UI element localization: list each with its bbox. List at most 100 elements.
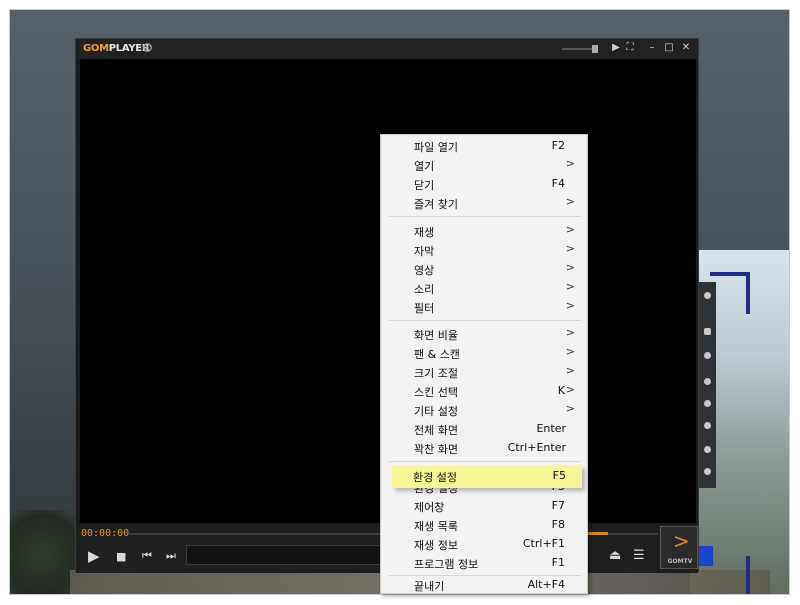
menu-item-label: 프로그램 정보	[414, 558, 479, 571]
chevron-right-icon: >	[565, 364, 575, 377]
menu-item-label: 열기	[414, 160, 435, 173]
chevron-right-icon: >	[565, 383, 575, 396]
chevron-right-icon: >	[565, 326, 575, 339]
menu-item-label: 기타 설정	[414, 405, 458, 418]
menu-item-program-info[interactable]: 프로그램 정보 F1	[381, 553, 587, 572]
menu-item-label: 크기 조절	[414, 367, 458, 380]
menu-item-shortcut: F7	[551, 499, 565, 512]
fullscreen-icon[interactable]: ⛶	[624, 42, 636, 54]
chevron-right-icon: >	[673, 529, 690, 553]
menu-item-label: 화면 비율	[414, 329, 458, 342]
menu-item-label: 꽉찬 화면	[414, 443, 458, 456]
menu-item-label: 자막	[414, 245, 435, 258]
menu-item-label: 재생	[414, 226, 435, 239]
chevron-right-icon: >	[565, 261, 575, 274]
side-panel-blue-button[interactable]	[699, 546, 713, 566]
menu-item-shortcut: Ctrl+F1	[522, 537, 565, 550]
menu-item-other-settings[interactable]: 기타 설정 >	[381, 400, 587, 419]
side-panel-dot[interactable]	[704, 468, 711, 475]
menu-item-preferences-highlight[interactable]: 환경 설정 F5	[380, 466, 588, 488]
timecode: 00:00:00	[81, 528, 130, 539]
menu-item-label: 소리	[414, 283, 435, 296]
stop-icon[interactable]: ■	[116, 549, 126, 565]
gomtv-label: GOMTV	[667, 558, 693, 565]
menu-item-shortcut: F5	[552, 469, 566, 482]
menu-item-shortcut: Ctrl+Enter	[507, 441, 566, 454]
chevron-right-icon: >	[565, 280, 575, 293]
next-icon[interactable]: ⏭	[166, 548, 176, 564]
info-display	[186, 545, 386, 565]
menu-item-label: 닫기	[414, 179, 435, 192]
menu-item-label: 필터	[414, 302, 435, 315]
playlist-icon[interactable]: ☰	[633, 548, 645, 564]
title-bar: GOMPLAYER ▶ ⛶ – □ ✕	[76, 39, 698, 59]
menu-item-label: 전체 화면	[414, 424, 458, 437]
focus-bracket-top	[710, 272, 750, 314]
gomtv-button[interactable]: > GOMTV	[660, 526, 698, 569]
menu-item-label: 재생 정보	[414, 539, 458, 552]
menu-item-open-file[interactable]: 파일 열기 F2	[381, 136, 587, 155]
menu-item-shortcut: Alt+F4	[527, 578, 565, 591]
app-logo[interactable]: GOMPLAYER	[83, 43, 150, 54]
chevron-right-icon: >	[565, 223, 575, 236]
menu-item-skin-select[interactable]: 스킨 선택 K >	[381, 381, 587, 400]
menu-item-label: 재생 목록	[414, 520, 458, 533]
menu-item-label: 즐겨 찾기	[414, 198, 458, 211]
focus-bracket-bottom	[710, 556, 750, 594]
menu-item-playlist[interactable]: 재생 목록 F8	[381, 515, 587, 534]
menu-item-open[interactable]: 열기 >	[381, 155, 587, 174]
menu-item-filter[interactable]: 필터 >	[381, 297, 587, 316]
side-panel-dot[interactable]	[704, 378, 711, 385]
menu-item-label: 제어창	[414, 501, 445, 514]
menu-item-video[interactable]: 영상 >	[381, 259, 587, 278]
chevron-right-icon: >	[565, 195, 575, 208]
side-panel-dot[interactable]	[704, 292, 711, 299]
menu-item-playback-info[interactable]: 재생 정보 Ctrl+F1	[381, 534, 587, 553]
menu-item-audio[interactable]: 소리 >	[381, 278, 587, 297]
maximize-icon[interactable]: □	[663, 42, 675, 54]
pin-icon[interactable]: ▶	[610, 42, 622, 54]
side-panel-dot[interactable]	[704, 422, 711, 429]
side-panel-dot[interactable]	[704, 352, 711, 359]
user-icon[interactable]	[704, 328, 711, 335]
menu-item-control-window[interactable]: 제어창 F7	[381, 496, 587, 515]
chevron-right-icon: >	[565, 402, 575, 415]
chevron-right-icon: >	[565, 299, 575, 312]
menu-item-label: 환경 설정	[413, 471, 457, 484]
menu-item-fill-screen[interactable]: 꽉찬 화면 Ctrl+Enter	[381, 438, 587, 457]
menu-item-pan-scan[interactable]: 팬 & 스캔 >	[381, 343, 587, 362]
menu-item-subtitles[interactable]: 자막 >	[381, 240, 587, 259]
menu-item-exit[interactable]: 끝내기 Alt+F4	[381, 575, 587, 594]
menu-item-aspect-ratio[interactable]: 화면 비율 >	[381, 324, 587, 343]
previous-icon[interactable]: ⏮	[142, 548, 152, 564]
side-panel	[698, 282, 716, 488]
menu-item-label: 파일 열기	[414, 141, 458, 154]
menu-item-label: 스킨 선택	[414, 386, 458, 399]
menu-item-label: 끝내기	[414, 580, 445, 593]
close-icon[interactable]: ✕	[680, 42, 692, 54]
logo-gom: GOM	[83, 43, 109, 54]
opacity-slider-knob[interactable]	[592, 45, 598, 53]
menu-item-fullscreen[interactable]: 전체 화면 Enter	[381, 419, 587, 438]
volume-level[interactable]	[586, 532, 608, 535]
eject-icon[interactable]: ⏏	[609, 548, 621, 564]
side-panel-dot[interactable]	[704, 400, 711, 407]
menu-item-shortcut: Enter	[536, 422, 566, 435]
menu-item-shortcut: F2	[551, 139, 565, 152]
menu-item-close[interactable]: 닫기 F4	[381, 174, 587, 193]
menu-item-shortcut: F8	[551, 518, 565, 531]
minimize-icon[interactable]: –	[646, 42, 658, 54]
chevron-right-icon: >	[565, 242, 575, 255]
gear-icon[interactable]	[142, 42, 153, 53]
chevron-right-icon: >	[565, 345, 575, 358]
menu-separator	[389, 216, 581, 217]
play-icon[interactable]: ▶	[88, 548, 100, 564]
menu-item-playback[interactable]: 재생 >	[381, 221, 587, 240]
opacity-slider[interactable]	[562, 48, 594, 50]
side-panel-dot[interactable]	[704, 446, 711, 453]
menu-separator	[389, 320, 581, 321]
menu-item-shortcut: F4	[551, 177, 565, 190]
menu-item-label: 팬 & 스캔	[414, 348, 460, 361]
menu-item-favorites[interactable]: 즐겨 찾기 >	[381, 193, 587, 212]
menu-item-resize[interactable]: 크기 조절 >	[381, 362, 587, 381]
